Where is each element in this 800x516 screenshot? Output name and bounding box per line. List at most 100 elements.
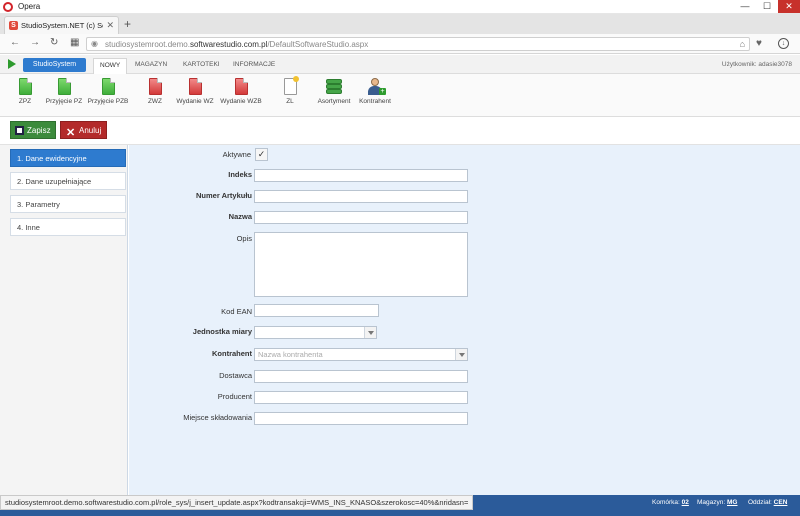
numer-artykulu-label: Numer Artykułu (196, 191, 252, 200)
play-icon[interactable] (8, 59, 16, 69)
save-label: Zapisz (27, 126, 51, 135)
chevron-down-icon[interactable] (364, 327, 376, 338)
chevron-down-icon[interactable] (455, 349, 467, 360)
kontrahent-label: Kontrahent (212, 349, 252, 358)
jednostka-miary-label: Jednostka miary (192, 327, 252, 336)
komorka-info: Komórka: 02 (652, 499, 689, 506)
home-grid-icon[interactable]: ▦ (70, 37, 79, 48)
ribbon-label: ZWZ (147, 98, 163, 105)
ribbon-label: Wydanie WZB (220, 98, 262, 105)
kod-ean-input[interactable] (254, 304, 379, 317)
new-tab-button[interactable]: + (124, 17, 131, 31)
dostawca-label: Dostawca (219, 371, 252, 380)
heart-icon[interactable]: ♥ (756, 38, 762, 49)
ribbon-asortyment-button[interactable]: Asortyment (314, 78, 354, 105)
menu-nowy[interactable]: NOWY (93, 58, 128, 74)
ribbon-label: Kontrahent (359, 98, 391, 105)
green-document-icon (18, 78, 32, 95)
kod-ean-label: Kod EAN (221, 307, 252, 316)
forward-arrow-icon[interactable]: → (30, 37, 40, 48)
menu-magazyn[interactable]: MAGAZYN (135, 61, 167, 68)
ribbon-zwz-button[interactable]: ZWZ (140, 78, 170, 105)
close-window-button[interactable]: ✕ (778, 0, 800, 13)
app-name: Opera (18, 2, 41, 11)
minimize-button[interactable]: — (735, 0, 755, 13)
ribbon-wydanie-wz-button[interactable]: Wydanie WZ (173, 78, 217, 105)
cancel-button[interactable]: ✕ Anuluj (60, 121, 107, 139)
ribbon-label: ZPZ (18, 98, 32, 105)
nav-dane-uzupelniajace[interactable]: 2. Dane uzupełniające (10, 172, 126, 190)
ribbon-label: Wydanie WZ (176, 98, 214, 105)
aktywne-checkbox[interactable]: ✓ (255, 148, 268, 161)
ribbon-wydanie-wzb-button[interactable]: Wydanie WZB (218, 78, 264, 105)
brand-button[interactable]: StudioSystem (23, 58, 86, 72)
user-label: Użytkownik: adasie3078 (721, 61, 792, 68)
producent-input[interactable] (254, 391, 468, 404)
app-menu-bar: StudioSystem NOWY MAGAZYN KARTOTEKI INFO… (0, 55, 800, 74)
status-url: studiosystemroot.demo.softwarestudio.com… (0, 495, 474, 510)
oddzial-info: Oddział: CEN (748, 499, 788, 506)
cancel-label: Anuluj (79, 126, 102, 135)
window-title-bar: Opera — ☐ ✕ (0, 0, 800, 14)
opis-textarea[interactable] (254, 232, 468, 297)
add-contractor-icon: + (366, 78, 386, 95)
tab-strip: S StudioSystem.NET (c) Soft ✕ + (0, 14, 800, 34)
indeks-input[interactable] (254, 169, 468, 182)
opera-logo-icon[interactable] (3, 2, 13, 12)
kontrahent-placeholder: Nazwa kontrahenta (258, 350, 323, 359)
ribbon-przyjecie-pz-button[interactable]: Przyjęcie PZ (44, 78, 84, 105)
ribbon-kontrahent-button[interactable]: + Kontrahent (356, 78, 394, 105)
save-button[interactable]: Zapisz (10, 121, 56, 139)
back-arrow-icon[interactable]: ← (10, 37, 20, 48)
indeks-label: Indeks (228, 170, 252, 179)
menu-kartoteki[interactable]: KARTOTEKI (183, 61, 220, 68)
download-icon[interactable]: ↓ (778, 38, 789, 49)
nav-parametry[interactable]: 3. Parametry (10, 195, 126, 213)
favicon-icon: S (9, 21, 18, 30)
page-actions-icon[interactable]: ⌂ (740, 39, 745, 49)
producent-label: Producent (217, 392, 252, 401)
aktywne-label: Aktywne (222, 150, 251, 159)
dostawca-input[interactable] (254, 370, 468, 383)
address-bar[interactable]: ◉ studiosystemroot.demo.softwarestudio.c… (86, 37, 750, 51)
red-document-icon (148, 78, 162, 95)
magazyn-info: Magazyn: MG (697, 499, 738, 506)
url-text: studiosystemroot.demo.softwarestudio.com… (105, 40, 369, 49)
ribbon-przyjecie-pzb-button[interactable]: Przyjęcie PZB (86, 78, 130, 105)
numer-artykulu-input[interactable] (254, 190, 468, 203)
nav-dane-ewidencyjne[interactable]: 1. Dane ewidencyjne (10, 149, 126, 167)
red-document-icon (234, 78, 248, 95)
ribbon-zpz-button[interactable]: ZPZ (10, 78, 40, 105)
ribbon-label: Asortyment (317, 98, 351, 105)
floppy-disk-icon (15, 126, 24, 135)
nav-inne[interactable]: 4. Inne (10, 218, 126, 236)
ribbon-zl-button[interactable]: ZL (276, 76, 304, 105)
cross-icon: ✕ (66, 127, 76, 139)
komorka-link[interactable]: 02 (682, 499, 689, 506)
tab-title: StudioSystem.NET (c) Soft (21, 21, 103, 30)
status-bar: studiosystemroot.demo.softwarestudio.com… (0, 495, 800, 516)
close-tab-icon[interactable]: ✕ (106, 20, 114, 31)
oddzial-link[interactable]: CEN (774, 499, 788, 506)
menu-informacje[interactable]: INFORMACJE (233, 61, 275, 68)
jednostka-miary-select[interactable] (254, 326, 377, 339)
ribbon-label: ZL (286, 98, 294, 105)
ribbon-label: Przyjęcie PZB (87, 98, 129, 105)
kontrahent-select[interactable]: Nazwa kontrahenta (254, 348, 468, 361)
green-document-icon (57, 78, 71, 95)
reload-icon[interactable]: ↻ (50, 37, 58, 48)
nazwa-label: Nazwa (228, 212, 252, 221)
browser-tab[interactable]: S StudioSystem.NET (c) Soft ✕ (4, 16, 119, 34)
section-nav: 1. Dane ewidencyjne 2. Dane uzupełniając… (0, 145, 128, 495)
new-document-icon (283, 76, 299, 95)
ribbon-label: Przyjęcie PZ (45, 98, 83, 105)
opis-label: Opis (236, 234, 252, 243)
ribbon-toolbar: ZPZ Przyjęcie PZ Przyjęcie PZB ZWZ Wydan… (0, 74, 800, 117)
action-bar: Zapisz ✕ Anuluj (0, 117, 800, 145)
nazwa-input[interactable] (254, 211, 468, 224)
navigation-bar: ← → ↻ ▦ ◉ studiosystemroot.demo.software… (0, 34, 800, 54)
magazyn-link[interactable]: MG (727, 499, 737, 506)
site-info-icon[interactable]: ◉ (91, 39, 98, 48)
maximize-button[interactable]: ☐ (757, 0, 777, 13)
miejsce-skladowania-input[interactable] (254, 412, 468, 425)
